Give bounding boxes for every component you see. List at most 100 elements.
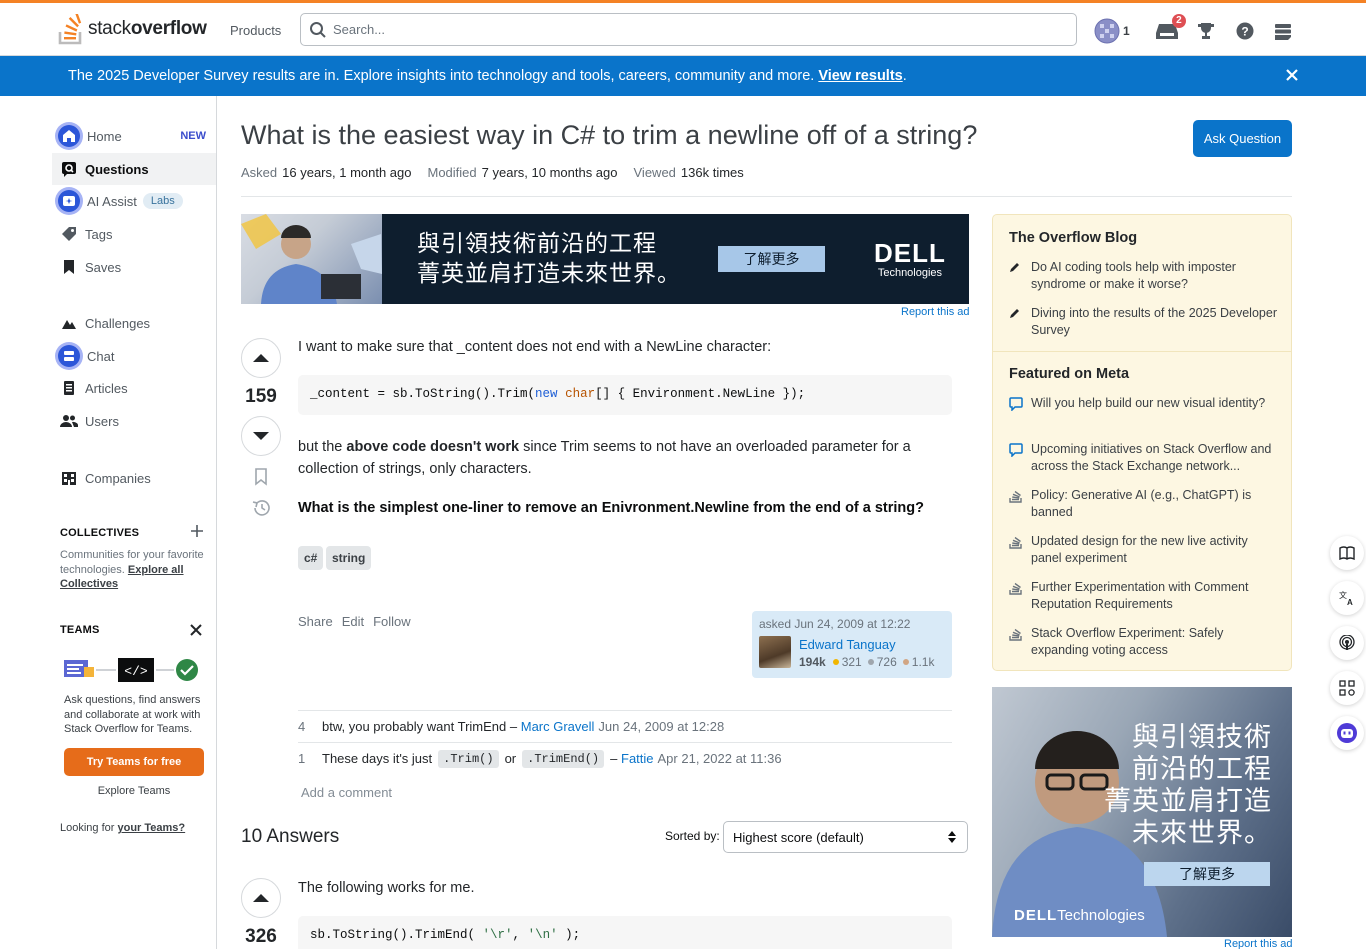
collectives-description: Communities for your favorite technologi… xyxy=(60,548,210,592)
sidebar-item-label: Tags xyxy=(85,226,113,242)
inbox-button[interactable]: 2 xyxy=(1155,14,1186,45)
inbox-badge: 2 xyxy=(1172,14,1186,28)
try-teams-button[interactable]: Try Teams for free xyxy=(64,748,204,776)
silver-count: 726 xyxy=(876,655,897,669)
comment: 4 btw, you probably want TrimEnd – Marc … xyxy=(298,710,952,742)
sidebar-item-chat[interactable]: Chat xyxy=(52,340,216,372)
banner-close-button[interactable] xyxy=(1284,67,1300,87)
challenges-icon xyxy=(60,314,78,332)
user-name-link[interactable]: Edward Tanguay xyxy=(799,637,896,652)
code-string: '\r' xyxy=(482,928,513,942)
products-menu[interactable]: Products xyxy=(220,17,291,44)
answer-body: The following works for me. xyxy=(298,880,475,896)
sidebar-ad[interactable]: 與引領技術 前沿的工程 菁英並肩打造 未來世界。 了解更多 DELLTechno… xyxy=(992,687,1292,937)
comment-user-link[interactable]: Fattie xyxy=(621,751,654,766)
sorted-by-label: Sorted by: xyxy=(665,829,720,843)
reader-button[interactable] xyxy=(1330,536,1364,570)
comment-text: – xyxy=(610,751,618,766)
asked-date[interactable]: asked Jun 24, 2009 at 12:22 xyxy=(759,617,945,631)
ask-question-button[interactable]: Ask Question xyxy=(1193,120,1292,157)
sidebar-item-saves[interactable]: Saves xyxy=(52,251,216,283)
search-box[interactable] xyxy=(300,13,1077,46)
meta-item[interactable]: Will you help build our new visual ident… xyxy=(1009,395,1279,416)
meta-heading: Featured on Meta xyxy=(1009,366,1130,382)
stackoverflow-logo[interactable]: stackoverflow xyxy=(58,11,207,47)
upvote-button[interactable] xyxy=(241,878,281,918)
tag-string[interactable]: string xyxy=(326,546,372,570)
blog-item[interactable]: Diving into the results of the 2025 Deve… xyxy=(1009,305,1279,339)
blog-item[interactable]: Do AI coding tools help with imposter sy… xyxy=(1009,259,1279,293)
follow-link[interactable]: Follow xyxy=(373,614,411,629)
modified-value[interactable]: 7 years, 10 months ago xyxy=(482,165,618,180)
ai-assist-icon xyxy=(55,187,83,215)
sidebar-item-users[interactable]: Users xyxy=(52,405,216,437)
downvote-button[interactable] xyxy=(241,416,281,456)
edit-link[interactable]: Edit xyxy=(342,614,364,629)
help-button[interactable]: ? xyxy=(1236,17,1254,45)
podcast-button[interactable] xyxy=(1330,626,1364,660)
meta-item[interactable]: Stack Overflow Experiment: Safely expand… xyxy=(1009,625,1279,659)
ad-banner[interactable]: 與引領技術前沿的工程 菁英並肩打造未來世界。 了解更多 DELL Technol… xyxy=(241,214,969,304)
tag-csharp[interactable]: c# xyxy=(298,546,324,570)
sort-select[interactable]: Highest score (default) xyxy=(723,821,968,853)
question-title[interactable]: What is the easiest way in C# to trim a … xyxy=(241,120,977,151)
code-keyword: new xyxy=(535,387,558,401)
body-bold: above code doesn't work xyxy=(346,439,520,455)
save-question-button[interactable] xyxy=(254,468,268,489)
achievements-button[interactable] xyxy=(1196,17,1216,45)
meta-item[interactable]: Upcoming initiatives on Stack Overflow a… xyxy=(1009,441,1279,475)
sidebar-item-ai-assist[interactable]: AI Assist Labs xyxy=(52,185,216,217)
meta-item[interactable]: Updated design for the new live activity… xyxy=(1009,533,1279,567)
meta-item-text: Stack Overflow Experiment: Safely expand… xyxy=(1031,626,1224,657)
teams-heading: TEAMS xyxy=(60,624,100,636)
meta-item[interactable]: Policy: Generative AI (e.g., ChatGPT) is… xyxy=(1009,487,1279,521)
vote-count: 159 xyxy=(245,386,277,407)
sidebar-item-questions[interactable]: Questions xyxy=(52,153,216,185)
share-link[interactable]: Share xyxy=(298,614,333,629)
report-ad-link[interactable]: Report this ad xyxy=(901,306,969,318)
assistant-button[interactable] xyxy=(1330,716,1364,750)
explore-teams-link[interactable]: Explore Teams xyxy=(64,785,204,797)
asked-value: 16 years, 1 month ago xyxy=(282,165,412,180)
search-input[interactable] xyxy=(333,22,1053,37)
sidebar-item-home[interactable]: Home NEW xyxy=(52,120,216,152)
svg-text:?: ? xyxy=(1241,25,1248,39)
ad-learn-more-button[interactable]: 了解更多 xyxy=(718,246,825,272)
sidebar-item-companies[interactable]: Companies xyxy=(52,462,216,494)
comment-user-link[interactable]: Marc Gravell xyxy=(521,719,595,734)
avatar[interactable] xyxy=(759,636,791,668)
svg-text:文: 文 xyxy=(1339,590,1347,600)
add-comment-link[interactable]: Add a comment xyxy=(301,785,392,800)
user-avatar-button[interactable]: 1 xyxy=(1094,17,1130,45)
blog-heading: The Overflow Blog xyxy=(1009,230,1138,246)
close-teams-button[interactable] xyxy=(190,624,202,639)
comment-text: These days it's just xyxy=(322,751,433,766)
close-icon xyxy=(190,624,202,636)
sidebar-item-articles[interactable]: Articles xyxy=(52,372,216,404)
sidebar-item-label: Challenges xyxy=(85,315,151,331)
dell-brand: DELL xyxy=(874,238,946,268)
upvote-button[interactable] xyxy=(241,338,281,378)
new-badge: NEW xyxy=(180,130,206,142)
ad2-learn-more-button[interactable]: 了解更多 xyxy=(1144,862,1270,886)
sidebar-item-tags[interactable]: Tags xyxy=(52,218,216,250)
bronze-count: 1.1k xyxy=(911,655,935,669)
your-teams-link[interactable]: your Teams? xyxy=(118,822,186,834)
report-ad-link[interactable]: Report this ad xyxy=(1224,938,1292,949)
translate-button[interactable]: 文A xyxy=(1330,581,1364,615)
site-switcher-button[interactable] xyxy=(1274,17,1292,45)
blog-item-text: Do AI coding tools help with imposter sy… xyxy=(1031,260,1236,291)
comment-date[interactable]: Apr 21, 2022 at 11:36 xyxy=(658,751,782,766)
top-bar: stackoverflow Products 1 2 ? xyxy=(0,0,1366,56)
left-sidebar: Home NEW Questions AI Assist Labs Tags S… xyxy=(0,96,217,949)
meta-item[interactable]: Further Experimentation with Comment Rep… xyxy=(1009,579,1279,613)
survey-banner: The 2025 Developer Survey results are in… xyxy=(0,56,1366,96)
banner-link[interactable]: View results xyxy=(818,68,902,84)
logo-text-bold: overflow xyxy=(130,18,207,39)
history-button[interactable] xyxy=(251,499,271,520)
add-collective-button[interactable] xyxy=(190,524,204,541)
apps-button[interactable] xyxy=(1330,671,1364,705)
sidebar-item-challenges[interactable]: Challenges xyxy=(52,307,216,339)
ad2-brand: DELL xyxy=(1014,907,1058,924)
comment-date[interactable]: Jun 24, 2009 at 12:28 xyxy=(598,719,724,734)
